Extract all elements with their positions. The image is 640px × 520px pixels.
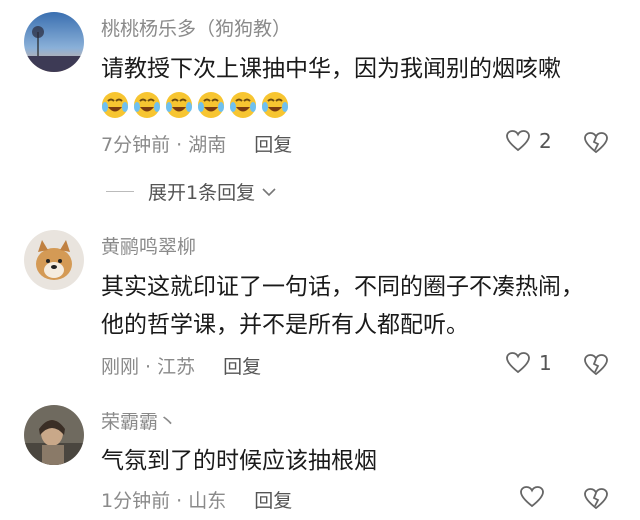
reply-button[interactable]: 回复 bbox=[254, 486, 292, 513]
like-button[interactable]: 2 bbox=[505, 129, 552, 153]
emoji-row bbox=[99, 88, 291, 120]
crying-laughing-face-icon bbox=[198, 92, 224, 118]
avatar[interactable] bbox=[24, 405, 84, 465]
username[interactable]: 桃桃杨乐多（狗狗教） bbox=[101, 14, 291, 41]
comment-line: 其实这就印证了一句话，不同的圈子不凑热闹， bbox=[101, 274, 584, 300]
username[interactable]: 黄鹂鸣翠柳 bbox=[101, 232, 196, 259]
like-button[interactable]: 1 bbox=[505, 351, 552, 375]
heart-icon bbox=[506, 352, 530, 374]
crying-laughing-face-icon bbox=[230, 92, 256, 118]
time-location: 7分钟前 · 湖南 bbox=[101, 134, 227, 156]
heart-icon bbox=[506, 130, 530, 152]
comment-text: 其实这就印证了一句话，不同的圈子不凑热闹， 他的哲学课，并不是所有人都配听。 bbox=[101, 268, 621, 344]
reply-button[interactable]: 回复 bbox=[223, 352, 261, 379]
comment-item: 桃桃杨乐多（狗狗教） 请教授下次上课抽中华，因为我闻别的烟咳嗽 7分钟前 · 湖… bbox=[0, 0, 640, 215]
crying-laughing-face-icon bbox=[102, 92, 128, 118]
expand-replies-button[interactable]: 展开1条回复 bbox=[106, 178, 277, 205]
comment-line: 他的哲学课，并不是所有人都配听。 bbox=[101, 312, 469, 338]
comment-meta: 1分钟前 · 山东 回复 bbox=[101, 486, 292, 513]
avatar[interactable] bbox=[24, 12, 84, 72]
like-button[interactable] bbox=[519, 485, 545, 509]
like-count: 2 bbox=[539, 129, 552, 153]
broken-heart-icon[interactable] bbox=[583, 486, 609, 512]
comment-text: 请教授下次上课抽中华，因为我闻别的烟咳嗽 bbox=[101, 50, 621, 88]
expand-label: 展开1条回复 bbox=[148, 182, 256, 204]
comment-meta: 7分钟前 · 湖南 回复 bbox=[101, 130, 292, 157]
comment-text: 气氛到了的时候应该抽根烟 bbox=[101, 442, 621, 480]
broken-heart-icon[interactable] bbox=[583, 352, 609, 378]
crying-laughing-face-icon bbox=[134, 92, 160, 118]
comment-line: 请教授下次上课抽中华，因为我闻别的烟咳嗽 bbox=[101, 56, 561, 82]
like-count: 1 bbox=[539, 351, 552, 375]
divider-line bbox=[106, 191, 134, 192]
time-location: 1分钟前 · 山东 bbox=[101, 490, 227, 512]
broken-heart-icon[interactable] bbox=[583, 130, 609, 156]
crying-laughing-face-icon bbox=[262, 92, 288, 118]
crying-laughing-face-icon bbox=[166, 92, 192, 118]
comment-meta: 刚刚 · 江苏 回复 bbox=[101, 352, 261, 379]
chevron-down-icon bbox=[262, 187, 276, 196]
comment-item: 黄鹂鸣翠柳 其实这就印证了一句话，不同的圈子不凑热闹， 他的哲学课，并不是所有人… bbox=[0, 215, 640, 390]
comment-line: 气氛到了的时候应该抽根烟 bbox=[101, 448, 377, 474]
reply-button[interactable]: 回复 bbox=[254, 130, 292, 157]
username[interactable]: 荣霸霸丶 bbox=[101, 407, 177, 434]
heart-icon bbox=[520, 486, 544, 508]
avatar[interactable] bbox=[24, 230, 84, 290]
comment-item: 荣霸霸丶 气氛到了的时候应该抽根烟 1分钟前 · 山东 回复 bbox=[0, 390, 640, 520]
time-location: 刚刚 · 江苏 bbox=[101, 356, 196, 378]
